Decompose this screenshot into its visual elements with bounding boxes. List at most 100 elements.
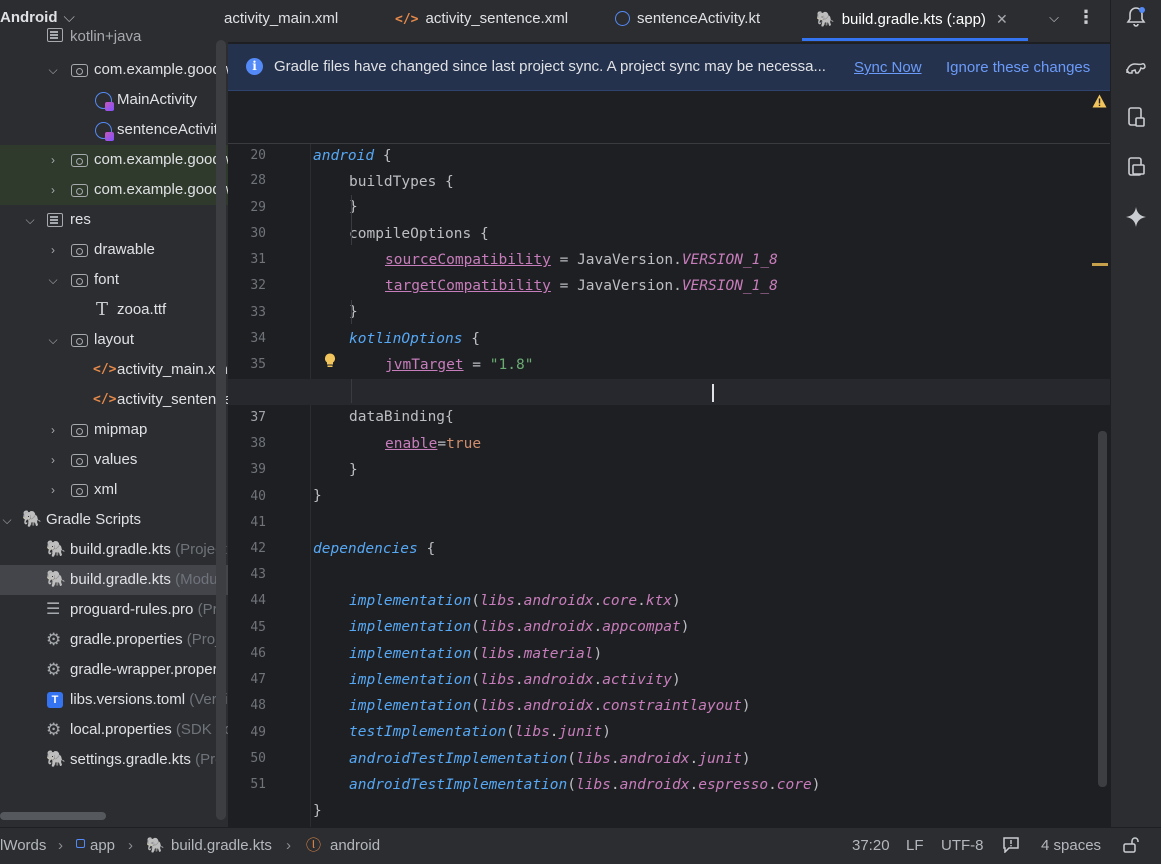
chevron-right-icon[interactable]: ›: [46, 235, 60, 265]
code-line[interactable]: 6 android {: [228, 91, 1110, 164]
tree-item-build-gradle-module[interactable]: 🐘 build.gradle.kts (Modul: [0, 565, 228, 595]
tree-item-activity-sentence-xml[interactable]: </> activity_sentence: [0, 385, 228, 415]
tab-sentenceactivity-kt[interactable]: sentenceActivity.kt: [615, 0, 760, 40]
tree-item-mainactivity[interactable]: MainActivity: [0, 85, 228, 115]
chevron-right-icon[interactable]: ›: [46, 415, 60, 445]
chevron-right-icon[interactable]: ›: [46, 475, 60, 505]
project-horizontal-scrollbar[interactable]: [0, 812, 106, 820]
tree-item-xml[interactable]: › xml: [0, 475, 228, 505]
tree-item-sentenceactivity[interactable]: sentenceActivity: [0, 115, 228, 145]
tree-item-gradle-scripts[interactable]: ⌵ 🐘 Gradle Scripts: [0, 505, 228, 535]
tree-item-local-properties[interactable]: ⚙ local.properties (SDK Lo: [0, 715, 228, 745]
breadcrumb-file[interactable]: build.gradle.kts: [171, 828, 272, 863]
chevron-right-icon[interactable]: ›: [46, 175, 60, 205]
chevron-down-icon[interactable]: ⌵: [46, 325, 60, 355]
code-line[interactable]: 33 kotlinOptions {: [228, 274, 1110, 347]
code-line[interactable]: 40: [228, 458, 1110, 504]
more-vertical-icon[interactable]: ⋮: [1076, 6, 1096, 30]
sync-now-link[interactable]: Sync Now: [854, 44, 922, 92]
tab-activity-main-xml[interactable]: activity_main.xml: [224, 0, 338, 40]
tree-item-activity-main-xml[interactable]: </> activity_main.xm: [0, 355, 228, 385]
code-line[interactable]: 31 targetCompatibility = JavaVersion.VER…: [228, 221, 1110, 294]
code-line[interactable]: 36 dataBinding{: [228, 352, 1110, 425]
code-line[interactable]: 28 }: [228, 142, 1110, 215]
code-line[interactable]: 35 }: [228, 326, 1110, 399]
tree-item-gradle-properties[interactable]: ⚙ gradle.properties (Proje: [0, 625, 228, 655]
chevron-down-icon[interactable]: ⌵: [46, 265, 60, 295]
tree-item-gradle-wrapper-properties[interactable]: ⚙ gradle-wrapper.propert: [0, 655, 228, 685]
tree-item-kotlin-java[interactable]: kotlin+java: [0, 26, 228, 48]
code-line[interactable]: 39 }: [228, 431, 1110, 504]
code-line-current[interactable]: 37 enable=true: [228, 379, 1110, 452]
chevron-down-icon[interactable]: ⌵: [46, 55, 60, 85]
tree-item-label: activity_main.xm: [117, 361, 228, 378]
breadcrumb-block[interactable]: android: [330, 828, 380, 863]
warning-marker[interactable]: [1092, 263, 1108, 266]
code-line[interactable]: 32 }: [228, 247, 1110, 320]
device-manager-icon[interactable]: [1124, 105, 1148, 129]
tree-item-zooa-ttf[interactable]: T zooa.ttf: [0, 295, 228, 325]
project-view-title: Android: [0, 9, 58, 26]
tree-item-package-2[interactable]: › com.example.goodw: [0, 145, 228, 175]
code-line[interactable]: 44 implementation(libs.androidx.appcompa…: [228, 562, 1110, 635]
tree-item-package-3[interactable]: › com.example.goodw: [0, 175, 228, 205]
code-line[interactable]: 41 dependencies {: [228, 484, 1110, 557]
notifications-bell-icon[interactable]: [1124, 5, 1148, 29]
unlock-icon[interactable]: [1122, 836, 1140, 854]
gradle-kts-file-icon: 🐘: [46, 541, 66, 558]
chevron-down-icon[interactable]: ⌵: [0, 505, 14, 535]
tree-item-package-1[interactable]: ⌵ com.example.goodw: [0, 55, 228, 85]
tree-item-libs-versions-toml[interactable]: T libs.versions.toml (Versi: [0, 685, 228, 715]
tree-item-proguard-rules[interactable]: ☰ proguard-rules.pro (Pro: [0, 595, 228, 625]
editor-vertical-scrollbar[interactable]: [1098, 431, 1107, 787]
tree-item-build-gradle-project[interactable]: 🐘 build.gradle.kts (Project: [0, 535, 228, 565]
tab-build-gradle-app[interactable]: 🐘 build.gradle.kts (:app) ✕: [816, 0, 1008, 40]
tree-item-layout[interactable]: ⌵ layout: [0, 325, 228, 355]
breadcrumb-project[interactable]: lWords: [0, 828, 46, 863]
code-line[interactable]: 49 androidTestImplementation(libs.androi…: [228, 694, 1110, 767]
caret-position[interactable]: 37:20: [852, 828, 890, 863]
chevron-right-icon[interactable]: ›: [46, 145, 60, 175]
code-line[interactable]: 48 testImplementation(libs.junit): [228, 667, 1110, 740]
code-line[interactable]: 51 }: [228, 746, 1110, 819]
code-line[interactable]: 45 implementation(libs.material): [228, 589, 1110, 662]
breadcrumb-module[interactable]: app: [90, 828, 115, 863]
chevron-down-icon[interactable]: ⌵: [23, 205, 37, 235]
indent-guide: [351, 379, 352, 403]
line-ending[interactable]: LF: [906, 828, 924, 863]
tree-item-res[interactable]: ⌵ res: [0, 205, 228, 235]
tree-item-font[interactable]: ⌵ font: [0, 265, 228, 295]
chevron-right-icon[interactable]: ›: [46, 445, 60, 475]
code-line[interactable]: 50 androidTestImplementation(libs.androi…: [228, 720, 1110, 793]
gradle-tool-icon[interactable]: [1124, 56, 1148, 80]
code-line[interactable]: 20 buildTypes {: [228, 117, 1110, 190]
lightbulb-icon[interactable]: [324, 353, 336, 369]
running-devices-icon[interactable]: [1124, 155, 1148, 179]
code-line[interactable]: 42: [228, 510, 1110, 556]
tree-item-values[interactable]: › values: [0, 445, 228, 475]
code-line[interactable]: 47 implementation(libs.androidx.constrai…: [228, 641, 1110, 714]
file-encoding[interactable]: UTF-8: [941, 828, 984, 863]
ignore-changes-link[interactable]: Ignore these changes: [946, 44, 1090, 92]
code-line[interactable]: 30 sourceCompatibility = JavaVersion.VER…: [228, 195, 1110, 268]
close-icon[interactable]: ✕: [996, 11, 1008, 27]
code-line[interactable]: 43 implementation(libs.androidx.core.ktx…: [228, 536, 1110, 609]
tab-activity-sentence-xml[interactable]: </> activity_sentence.xml: [395, 0, 568, 40]
editor-tab-bar: activity_main.xml </> activity_sentence.x…: [224, 0, 1110, 42]
code-line[interactable]: 38 }: [228, 405, 1110, 478]
tree-item-drawable[interactable]: › drawable: [0, 235, 228, 265]
code-editor[interactable]: 6 android { 20 buildTypes { 28 } 29 comp…: [228, 91, 1110, 827]
indent-setting[interactable]: 4 spaces: [1041, 828, 1101, 863]
chevron-down-icon[interactable]: ⌵: [1042, 6, 1066, 30]
code-line[interactable]: 34 jvmTarget = "1.8": [228, 300, 1110, 373]
tree-item-mipmap[interactable]: › mipmap: [0, 415, 228, 445]
project-vertical-scrollbar[interactable]: [216, 40, 226, 820]
tree-item-label: activity_sentence: [117, 391, 228, 408]
code-line[interactable]: 46 implementation(libs.androidx.activity…: [228, 615, 1110, 688]
code-line[interactable]: 29 compileOptions {: [228, 169, 1110, 242]
tree-item-settings-gradle[interactable]: 🐘 settings.gradle.kts (Proj: [0, 745, 228, 775]
warning-icon[interactable]: [1092, 94, 1107, 108]
xml-file-icon: </>: [395, 12, 419, 27]
inspections-icon[interactable]: [1002, 837, 1020, 853]
gemini-sparkle-icon[interactable]: [1124, 205, 1148, 229]
